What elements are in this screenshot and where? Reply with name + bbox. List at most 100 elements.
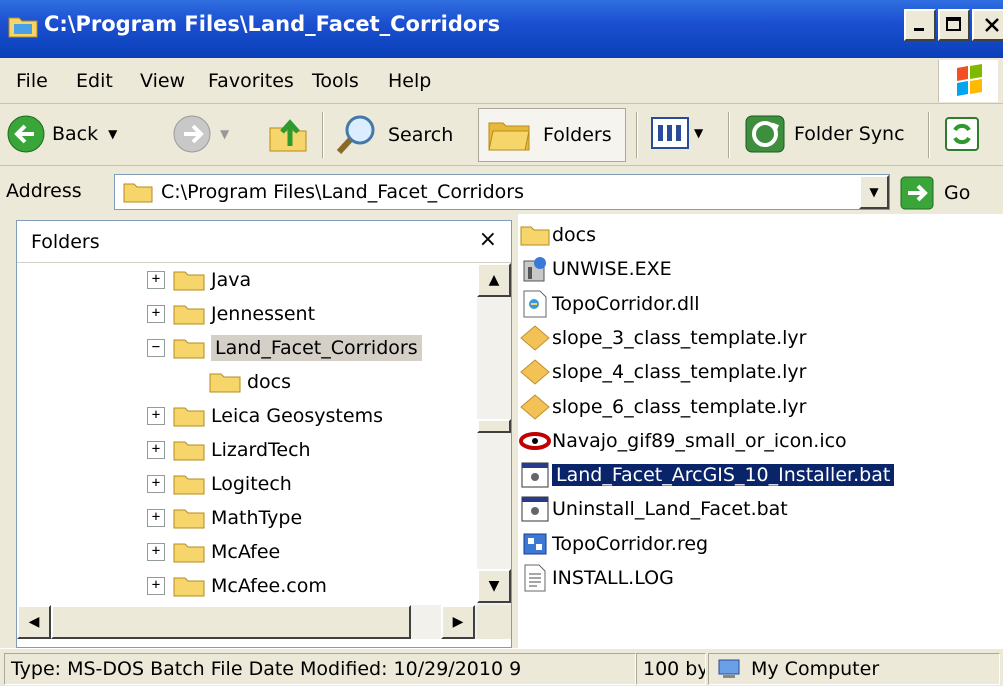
tree-item[interactable]: + McAfee xyxy=(147,535,280,569)
file-item[interactable]: slope_6_class_template.lyr xyxy=(518,390,806,424)
file-item[interactable]: UNWISE.EXE xyxy=(518,252,672,286)
go-button[interactable]: Go xyxy=(900,176,1000,210)
eye-icon xyxy=(518,426,552,456)
file-list: docs UNWISE.EXE TopoCorridor.dll slope_3_cl… xyxy=(518,214,1003,648)
up-folder-button[interactable] xyxy=(266,112,310,156)
expand-icon[interactable]: + xyxy=(147,407,165,425)
tree-item[interactable]: + Leica Geosystems xyxy=(147,399,383,433)
close-button[interactable] xyxy=(972,9,1003,41)
scroll-thumb-horizontal[interactable] xyxy=(51,605,411,639)
views-dropdown-icon[interactable]: ▼ xyxy=(694,126,703,140)
back-button[interactable]: Back ▼ xyxy=(6,114,117,154)
expand-icon[interactable]: + xyxy=(147,271,165,289)
file-name: TopoCorridor.dll xyxy=(552,292,700,315)
file-item[interactable]: Uninstall_Land_Facet.bat xyxy=(518,492,788,526)
tree-item[interactable]: + Logitech xyxy=(147,467,292,501)
folders-button[interactable]: Folders xyxy=(478,108,626,162)
refresh-button[interactable] xyxy=(944,116,980,152)
file-item[interactable]: docs xyxy=(518,218,596,252)
title-bar[interactable]: C:\Program Files\Land_Facet_Corridors xyxy=(0,0,1003,58)
folder-icon xyxy=(173,404,211,428)
expand-icon[interactable]: + xyxy=(147,509,165,527)
menu-favorites[interactable]: Favorites xyxy=(208,70,294,92)
menu-help[interactable]: Help xyxy=(388,70,431,92)
file-name: Uninstall_Land_Facet.bat xyxy=(552,498,788,521)
file-item[interactable]: Navajo_gif89_small_or_icon.ico xyxy=(518,424,847,458)
folder-icon xyxy=(173,336,211,360)
tree-item-label: Land_Facet_Corridors xyxy=(211,335,422,361)
tree-item[interactable]: + Jennessent xyxy=(147,297,315,331)
folder-tree: + Java + Jennessent − Land_Facet_Corridors doc… xyxy=(17,263,477,603)
scroll-thumb[interactable] xyxy=(477,419,511,433)
tree-item-label: Leica Geosystems xyxy=(211,405,383,427)
forward-button[interactable]: ▼ xyxy=(172,114,229,154)
up-folder-icon xyxy=(269,119,307,152)
expand-icon[interactable]: + xyxy=(147,543,165,561)
file-item[interactable]: slope_3_class_template.lyr xyxy=(518,321,806,355)
folder-icon xyxy=(173,302,211,326)
file-item[interactable]: Land_Facet_ArcGIS_10_Installer.bat xyxy=(518,458,895,492)
menu-file[interactable]: File xyxy=(16,70,48,92)
expand-icon[interactable]: + xyxy=(147,475,165,493)
menu-view[interactable]: View xyxy=(140,70,185,92)
search-label: Search xyxy=(388,124,454,146)
windows-logo-icon xyxy=(938,60,998,102)
close-icon xyxy=(985,18,999,32)
views-button[interactable]: ▼ xyxy=(650,116,703,150)
scroll-down-button[interactable]: ▼ xyxy=(477,569,511,603)
collapse-icon[interactable]: − xyxy=(147,339,165,357)
menu-tools[interactable]: Tools xyxy=(312,70,359,92)
toolbar-separator xyxy=(728,112,730,158)
expand-icon[interactable]: + xyxy=(147,305,165,323)
folders-pane: Folders × + Java + Jennessent − Land_Facet_Co… xyxy=(16,220,512,648)
file-item[interactable]: TopoCorridor.dll xyxy=(518,287,700,321)
folder-sync-button[interactable]: Folder Sync xyxy=(742,112,905,156)
maximize-button[interactable] xyxy=(938,9,970,41)
refresh-icon xyxy=(945,117,979,151)
back-arrow-icon xyxy=(7,115,45,153)
menu-edit[interactable]: Edit xyxy=(76,70,113,92)
folders-icon xyxy=(488,122,530,151)
scroll-right-button[interactable]: ▶ xyxy=(441,605,475,639)
horizontal-scrollbar[interactable]: ◀ ▶ xyxy=(17,605,477,639)
file-name: slope_6_class_template.lyr xyxy=(552,395,807,418)
back-dropdown-icon[interactable]: ▼ xyxy=(108,127,117,141)
search-button[interactable]: Search xyxy=(334,112,453,158)
expand-icon[interactable]: + xyxy=(147,441,165,459)
status-type: Type: MS-DOS Batch File Date Modified: 1… xyxy=(4,653,636,685)
address-bar: Address C:\Program Files\Land_Facet_Corr… xyxy=(0,168,1003,214)
file-name: TopoCorridor.reg xyxy=(552,532,709,555)
forward-dropdown-icon[interactable]: ▼ xyxy=(220,127,229,141)
address-input[interactable]: C:\Program Files\Land_Facet_Corridors ▼ xyxy=(114,174,890,210)
tree-item[interactable]: − Land_Facet_Corridors xyxy=(147,331,422,365)
status-bar: Type: MS-DOS Batch File Date Modified: 1… xyxy=(0,648,1003,686)
dll-icon xyxy=(518,289,552,319)
address-dropdown-button[interactable]: ▼ xyxy=(859,175,889,209)
minimize-icon xyxy=(914,28,924,31)
maximize-icon xyxy=(946,17,961,31)
file-item[interactable]: TopoCorridor.reg xyxy=(518,527,708,561)
status-size: 100 bytes xyxy=(636,653,706,685)
file-item[interactable]: INSTALL.LOG xyxy=(518,561,674,595)
file-item[interactable]: slope_4_class_template.lyr xyxy=(518,355,806,389)
batch-icon xyxy=(518,460,552,490)
vertical-scrollbar[interactable]: ▲ ▼ xyxy=(477,263,511,611)
my-computer-icon xyxy=(718,659,740,678)
tree-item[interactable]: + McAfee.com xyxy=(147,569,327,603)
layer-icon xyxy=(518,392,552,422)
scroll-left-button[interactable]: ◀ xyxy=(17,605,51,639)
tree-item-label: docs xyxy=(247,371,292,393)
expand-icon[interactable]: + xyxy=(147,577,165,595)
folder-icon xyxy=(173,268,211,292)
close-pane-icon[interactable]: × xyxy=(479,227,497,252)
menu-bar: File Edit View Favorites Tools Help xyxy=(0,58,1003,104)
tree-item[interactable]: + MathType xyxy=(147,501,302,535)
tree-item[interactable]: + Java xyxy=(147,263,251,297)
minimize-button[interactable] xyxy=(904,9,936,41)
back-label: Back xyxy=(52,123,99,145)
folder-icon xyxy=(518,220,552,250)
tree-item-label: Jennessent xyxy=(211,303,316,325)
tree-item[interactable]: + LizardTech xyxy=(147,433,311,467)
scroll-up-button[interactable]: ▲ xyxy=(477,263,511,297)
tree-item[interactable]: docs xyxy=(209,365,291,399)
